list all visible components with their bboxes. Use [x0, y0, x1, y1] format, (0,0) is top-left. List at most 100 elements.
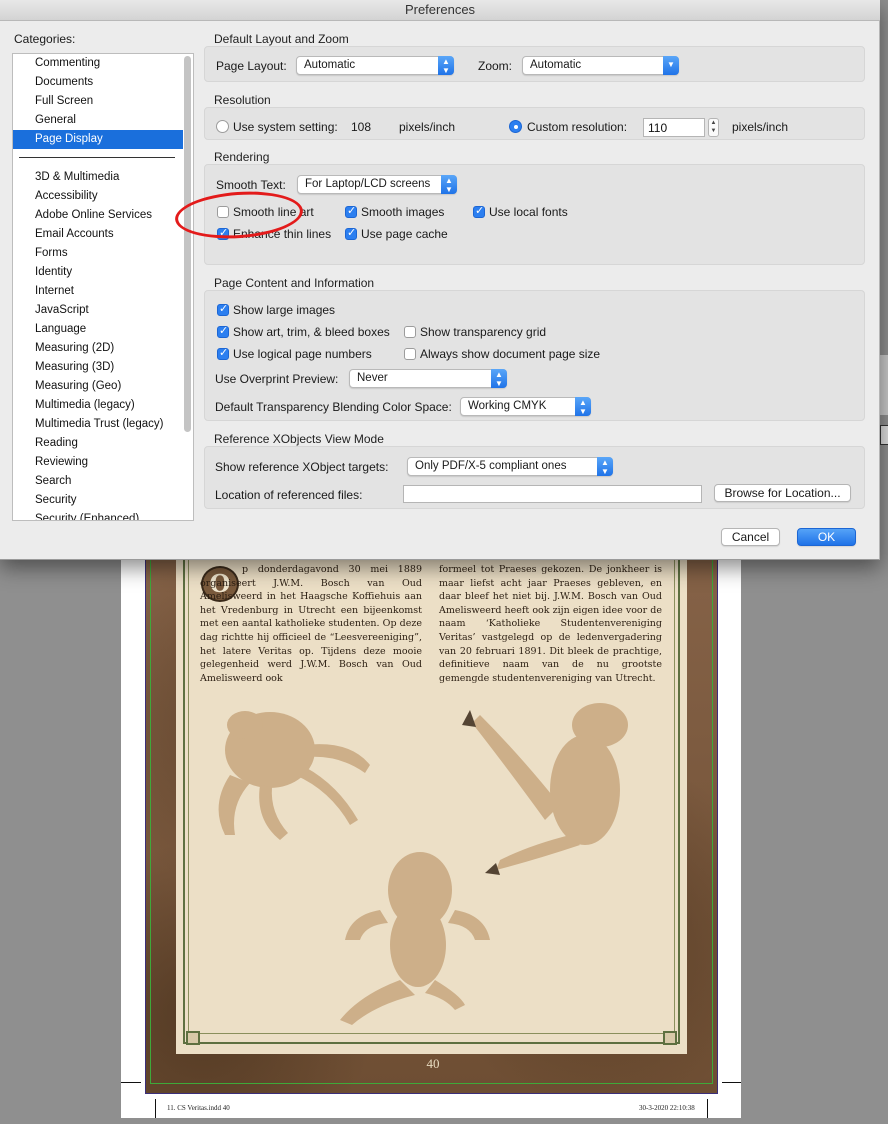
slug-file-info: 11. CS Veritas.indd 40 [167, 1104, 230, 1112]
category-item-adobe-online-services[interactable]: Adobe Online Services [13, 206, 183, 225]
browse-location-button[interactable]: Browse for Location... [714, 484, 851, 502]
zoom-dropdown[interactable]: Automatic ▼ [522, 56, 679, 75]
page-layout-dropdown[interactable]: Automatic ▲ ▼ [296, 56, 454, 75]
category-item-measuring-3d[interactable]: Measuring (3D) [13, 358, 183, 377]
panel-handle-icon [880, 425, 888, 445]
use-logical-page-numbers-label[interactable]: Use logical page numbers [233, 347, 372, 361]
category-item-reviewing[interactable]: Reviewing [13, 453, 183, 472]
category-item-accessibility[interactable]: Accessibility [13, 187, 183, 206]
category-item-multimedia-legacy[interactable]: Multimedia (legacy) [13, 396, 183, 415]
category-item-javascript[interactable]: JavaScript [13, 301, 183, 320]
category-item-reading[interactable]: Reading [13, 434, 183, 453]
zoom-value: Automatic [530, 59, 582, 71]
show-transparency-grid-checkbox[interactable] [404, 326, 416, 338]
show-large-images-checkbox[interactable] [217, 302, 229, 316]
category-item-general[interactable]: General [13, 111, 183, 130]
updown-chevron-icon: ▲ ▼ [597, 457, 613, 476]
show-art-trim-bleed-label[interactable]: Show art, trim, & bleed boxes [233, 325, 390, 339]
category-item-security-enhanced[interactable]: Security (Enhanced) [13, 510, 183, 520]
slug-timestamp: 30-3-2020 22:10:38 [639, 1104, 695, 1112]
blending-space-dropdown[interactable]: Working CMYK ▲ ▼ [460, 397, 591, 416]
smooth-images-checkbox[interactable] [345, 204, 357, 218]
category-item-measuring-geo[interactable]: Measuring (Geo) [13, 377, 183, 396]
category-item-email-accounts[interactable]: Email Accounts [13, 225, 183, 244]
show-large-images-label[interactable]: Show large images [233, 303, 335, 317]
overprint-preview-label: Use Overprint Preview: [215, 372, 339, 386]
category-item-security[interactable]: Security [13, 491, 183, 510]
cancel-button[interactable]: Cancel [721, 528, 780, 546]
frame-corner-ornament [186, 1031, 200, 1045]
category-item-3d-multimedia[interactable]: 3D & Multimedia [13, 168, 183, 187]
category-item-identity[interactable]: Identity [13, 263, 183, 282]
smooth-text-value: For Laptop/LCD screens [305, 178, 431, 190]
categories-label: Categories: [14, 32, 76, 46]
window-title[interactable]: Preferences [0, 0, 880, 21]
category-item-forms[interactable]: Forms [13, 244, 183, 263]
category-item-page-display[interactable]: Page Display [13, 130, 183, 149]
zoom-label: Zoom: [478, 59, 513, 73]
group-page-content: Show large images Show art, trim, & blee… [204, 290, 865, 421]
updown-chevron-icon: ▲ ▼ [438, 56, 454, 75]
group-resolution: Use system setting: 108 pixels/inch Cust… [204, 107, 865, 140]
use-page-cache-checkbox[interactable] [345, 226, 357, 240]
show-transparency-grid-label[interactable]: Show transparency grid [420, 325, 546, 339]
referenced-files-location-label: Location of referenced files: [215, 488, 363, 502]
ok-button[interactable]: OK [797, 528, 856, 546]
system-setting-radio[interactable] [216, 120, 229, 133]
smooth-line-art-checkbox[interactable] [217, 206, 229, 218]
always-show-page-size-checkbox[interactable] [404, 348, 416, 360]
smooth-text-dropdown[interactable]: For Laptop/LCD screens ▲ ▼ [297, 175, 457, 194]
crop-mark [121, 1082, 141, 1083]
category-item-internet[interactable]: Internet [13, 282, 183, 301]
system-setting-label: Use system setting: [233, 120, 338, 134]
category-item-documents[interactable]: Documents [13, 73, 183, 92]
category-item-search[interactable]: Search [13, 472, 183, 491]
resolution-stepper[interactable]: ▲ ▼ [708, 118, 719, 137]
category-item-commenting[interactable]: Commenting [13, 54, 183, 73]
referenced-files-location-field[interactable] [403, 485, 702, 503]
category-item-multimedia-trust-legacy[interactable]: Multimedia Trust (legacy) [13, 415, 183, 434]
xobject-targets-dropdown[interactable]: Only PDF/X-5 compliant ones ▲ ▼ [407, 457, 613, 476]
crop-mark [707, 1099, 708, 1118]
custom-resolution-field[interactable] [643, 118, 705, 137]
always-show-page-size-label[interactable]: Always show document page size [420, 347, 600, 361]
updown-chevron-icon: ▲ ▼ [575, 397, 591, 416]
section-title-layout-zoom: Default Layout and Zoom [214, 32, 349, 46]
page-layout-value: Automatic [304, 59, 356, 71]
custom-resolution-radio[interactable] [509, 120, 522, 133]
category-item-measuring-2d[interactable]: Measuring (2D) [13, 339, 183, 358]
preferences-window: Preferences Categories: Commenting Docum… [0, 0, 880, 560]
system-resolution-unit: pixels/inch [399, 120, 456, 134]
section-title-page-content: Page Content and Information [214, 276, 375, 290]
frame-corner-ornament [663, 1031, 677, 1045]
overprint-preview-dropdown[interactable]: Never ▲ ▼ [349, 369, 507, 388]
categories-scrollbar[interactable] [184, 56, 191, 432]
blending-space-value: Working CMYK [468, 400, 547, 412]
chevron-down-icon: ▼ [663, 56, 679, 75]
page-layout-label: Page Layout: [216, 59, 287, 73]
xobject-targets-value: Only PDF/X-5 compliant ones [415, 460, 567, 472]
show-art-trim-bleed-checkbox[interactable] [217, 324, 229, 338]
fish-mermaid-illustration [340, 852, 490, 1025]
category-divider [19, 157, 175, 158]
group-rendering: Smooth Text: For Laptop/LCD screens ▲ ▼ S… [204, 164, 865, 265]
use-page-cache-label[interactable]: Use page cache [361, 227, 448, 241]
updown-chevron-icon: ▲ ▼ [491, 369, 507, 388]
category-item-language[interactable]: Language [13, 320, 183, 339]
frog-woman-illustration [462, 703, 628, 875]
enhance-thin-lines-checkbox[interactable] [217, 226, 229, 240]
section-title-rendering: Rendering [214, 150, 270, 164]
custom-resolution-unit: pixels/inch [732, 120, 789, 134]
category-item-full-screen[interactable]: Full Screen [13, 92, 183, 111]
enhance-thin-lines-label[interactable]: Enhance thin lines [233, 227, 331, 241]
categories-list[interactable]: Commenting Documents Full Screen General… [12, 53, 194, 521]
smooth-line-art-label[interactable]: Smooth line art [233, 205, 314, 219]
use-local-fonts-label[interactable]: Use local fonts [489, 205, 568, 219]
text-column-left: p donderdagavond 30 mei 1889 organiseert… [200, 563, 422, 685]
use-logical-page-numbers-checkbox[interactable] [217, 346, 229, 360]
smooth-images-label[interactable]: Smooth images [361, 205, 444, 219]
crop-mark [155, 1099, 156, 1118]
page-number: 40 [426, 1056, 440, 1071]
use-local-fonts-checkbox[interactable] [473, 204, 485, 218]
text-column-left-body: p donderdagavond 30 mei 1889 organiseert… [200, 564, 422, 684]
